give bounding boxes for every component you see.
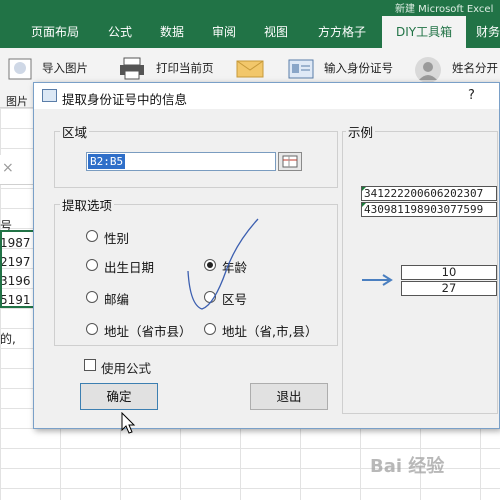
radio-dot [86, 291, 98, 303]
tab-formulas[interactable]: 公式 [108, 16, 132, 48]
range-picker-button[interactable] [278, 152, 302, 171]
range-picker-icon [282, 155, 298, 168]
tab-diy-toolbox[interactable]: DIY工具箱 [382, 16, 467, 48]
tab-review[interactable]: 审阅 [212, 16, 236, 48]
range-input[interactable]: B2:B5 [86, 152, 276, 171]
id-card-icon[interactable] [288, 59, 314, 79]
radio-label: 地址（省,市,县） [222, 324, 318, 339]
arrow-right-icon [362, 274, 393, 286]
baidu-watermark: Bai 经验 [370, 456, 445, 477]
example-result-1: 10 [401, 265, 497, 280]
example-id-1: 341222200606202307 [361, 186, 497, 201]
import-image-button[interactable]: 导入图片 [42, 58, 88, 78]
help-button[interactable]: ? [468, 88, 475, 103]
window-title: 新建 Microsoft Excel [395, 4, 494, 15]
radio-label: 邮编 [104, 292, 130, 307]
printer-icon[interactable] [118, 56, 146, 80]
tab-page-layout[interactable]: 页面布局 [31, 16, 79, 48]
radio-dot [86, 323, 98, 335]
tab-data[interactable]: 数据 [160, 16, 184, 48]
extract-id-info-dialog: 提取身份证号中的信息 ? 区域 B2:B5 提取选项 性别 出生日期 年龄 邮编… [33, 82, 500, 429]
radio-dot [86, 230, 98, 242]
range-group-label: 区域 [60, 122, 90, 141]
example-result-2: 27 [401, 281, 497, 296]
tab-view[interactable]: 视图 [264, 16, 288, 48]
dialog-title: 提取身份证号中的信息 [62, 92, 188, 107]
radio-label: 性别 [104, 231, 130, 246]
checkbox-label: 使用公式 [101, 361, 152, 376]
radio-label: 地址（省市县） [104, 324, 192, 339]
ok-button[interactable]: 确定 [80, 383, 158, 410]
dialog-title-bar[interactable]: 提取身份证号中的信息 ? [34, 83, 499, 109]
print-current-page-button[interactable]: 打印当前页 [156, 58, 214, 78]
sheet-text-fragment: 的, [0, 332, 16, 346]
dialog-app-icon [42, 89, 57, 102]
exit-button[interactable]: 退出 [250, 383, 328, 410]
radio-label: 出生日期 [104, 260, 155, 275]
checkbox-box [84, 359, 96, 371]
input-id-number-button[interactable]: 输入身份证号 [324, 58, 393, 78]
mouse-cursor-icon [121, 412, 136, 434]
envelope-icon[interactable] [236, 60, 264, 78]
person-icon[interactable] [414, 56, 442, 84]
example-group-label: 示例 [346, 122, 376, 141]
excel-title-bar: 新建 Microsoft Excel [0, 0, 500, 16]
tab-finance[interactable]: 财务 [476, 16, 500, 48]
handwritten-checkmark-annotation [187, 218, 259, 310]
radio-dot [204, 323, 216, 335]
close-x-icon[interactable]: × [2, 160, 14, 176]
name-split-button[interactable]: 姓名分开 [452, 58, 498, 78]
image-preview-icon [8, 58, 32, 80]
radio-dot [86, 259, 98, 271]
example-id-2: 430981198903077599 [361, 202, 497, 217]
range-value: B2:B5 [88, 154, 126, 169]
ribbon-tabs: 页面布局 公式 数据 审阅 视图 方方格子 DIY工具箱 财务 [0, 16, 500, 48]
options-group-label: 提取选项 [60, 195, 115, 214]
tab-fangfang[interactable]: 方方格子 [318, 16, 366, 48]
